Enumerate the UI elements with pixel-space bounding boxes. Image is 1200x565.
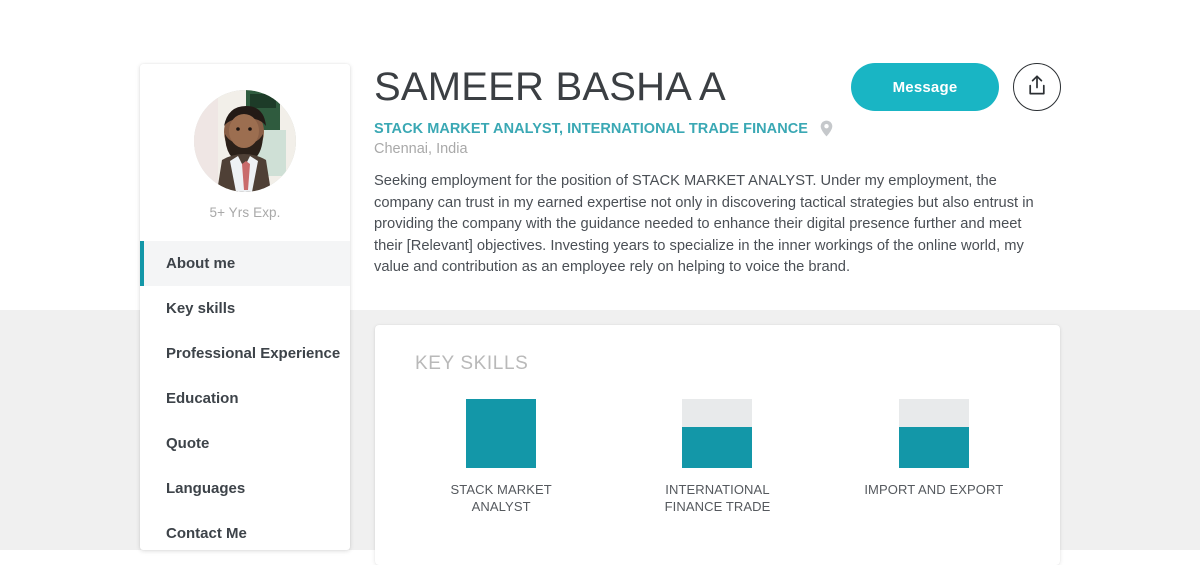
profile-bio: Seeking employment for the position of S… bbox=[374, 173, 1034, 275]
profile-location: Chennai, India bbox=[374, 141, 468, 157]
skill-bar-track bbox=[466, 399, 537, 468]
sidebar-item-about-me[interactable]: About me bbox=[140, 241, 350, 286]
experience-label: 5+ Yrs Exp. bbox=[209, 205, 281, 220]
map-pin-icon bbox=[820, 120, 833, 137]
sidebar-item-contact-me[interactable]: Contact Me bbox=[140, 511, 350, 550]
skill-bar-track bbox=[682, 399, 753, 468]
share-upload-icon bbox=[1027, 75, 1047, 99]
sidebar-item-label: Languages bbox=[166, 480, 246, 497]
sidebar-item-education[interactable]: Education bbox=[140, 376, 350, 421]
message-button[interactable]: Message bbox=[851, 63, 999, 111]
profile-page: 5+ Yrs Exp. About me Key skills Professi… bbox=[0, 0, 1200, 565]
sidebar-item-label: Key skills bbox=[166, 300, 236, 317]
sidebar-item-label: Professional Experience bbox=[166, 345, 341, 362]
sidebar-item-label: About me bbox=[166, 255, 236, 272]
sidebar-item-label: Contact Me bbox=[166, 525, 247, 542]
key-skills-title: KEY SKILLS bbox=[415, 353, 529, 374]
skill-bar-fill bbox=[682, 427, 753, 468]
role-row: STACK MARKET ANALYST, INTERNATIONAL TRAD… bbox=[374, 120, 1064, 137]
skill-bar-fill bbox=[466, 399, 537, 468]
avatar-section: 5+ Yrs Exp. bbox=[140, 64, 350, 220]
key-skills-card: KEY SKILLS STACK MARKET ANALYST INTERNAT… bbox=[375, 325, 1060, 565]
share-button[interactable] bbox=[1013, 63, 1061, 111]
profile-sidebar-card: 5+ Yrs Exp. About me Key skills Professi… bbox=[140, 64, 350, 550]
skill-bar-item: IMPORT AND EXPORT bbox=[826, 399, 1042, 515]
skill-bar-item: STACK MARKET ANALYST bbox=[393, 399, 609, 515]
sidebar-item-label: Education bbox=[166, 390, 239, 407]
sidebar-item-professional-experience[interactable]: Professional Experience bbox=[140, 331, 350, 376]
skill-bar-fill bbox=[898, 427, 969, 468]
skill-bar-label: STACK MARKET ANALYST bbox=[450, 482, 552, 514]
skill-bar-label: INTERNATIONAL FINANCE TRADE bbox=[664, 482, 771, 514]
skill-bar-label: IMPORT AND EXPORT bbox=[864, 482, 1004, 497]
skill-bar-track bbox=[898, 399, 969, 468]
sidebar-item-key-skills[interactable]: Key skills bbox=[140, 286, 350, 331]
sidebar-item-label: Quote bbox=[166, 435, 210, 452]
profile-role: STACK MARKET ANALYST, INTERNATIONAL TRAD… bbox=[374, 120, 808, 137]
key-skills-chart: STACK MARKET ANALYST INTERNATIONAL FINAN… bbox=[393, 399, 1042, 515]
header-actions: Message bbox=[851, 63, 1061, 111]
sidebar-item-quote[interactable]: Quote bbox=[140, 421, 350, 466]
profile-photo bbox=[194, 90, 296, 192]
sidebar-item-languages[interactable]: Languages bbox=[140, 466, 350, 511]
avatar bbox=[194, 90, 296, 192]
sidebar-nav: About me Key skills Professional Experie… bbox=[140, 241, 350, 550]
skill-bar-item: INTERNATIONAL FINANCE TRADE bbox=[609, 399, 825, 515]
